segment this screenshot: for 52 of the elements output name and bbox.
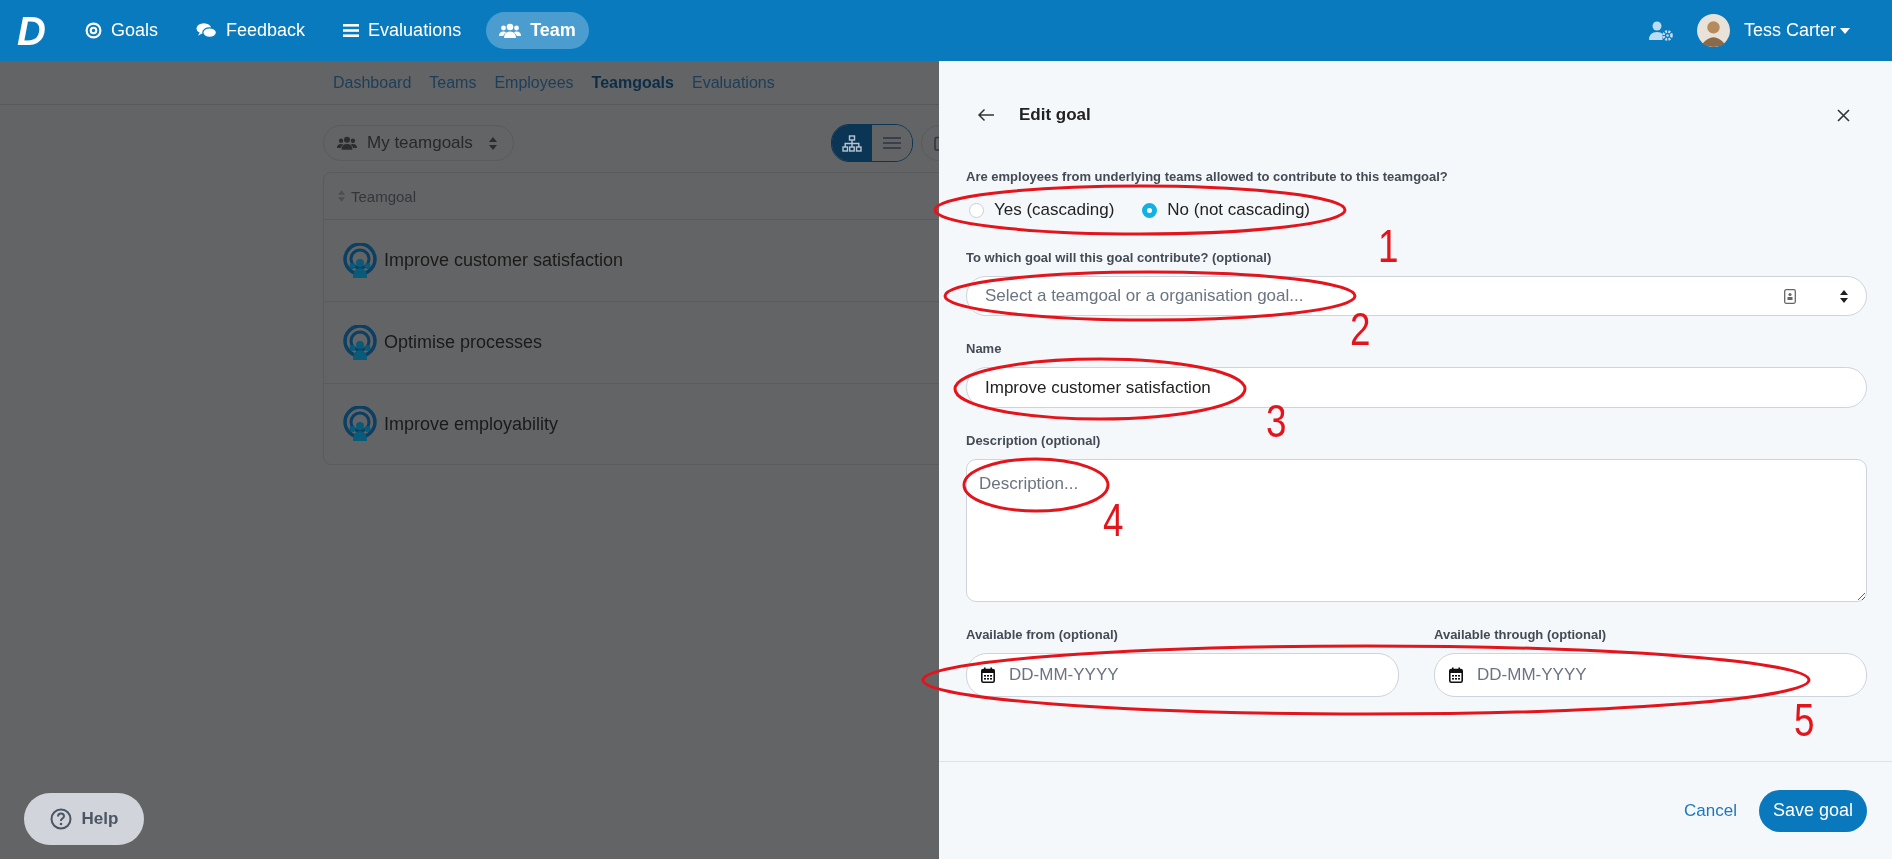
field-label: Name xyxy=(966,341,1002,356)
close-icon[interactable] xyxy=(1837,108,1850,122)
logo[interactable]: D xyxy=(17,10,55,51)
help-icon xyxy=(49,808,72,830)
table-cell[interactable]: Improve customer satisfaction xyxy=(384,250,624,271)
field-label: Available from (optional) xyxy=(966,627,1118,642)
target-icon xyxy=(85,22,102,39)
date-input-field[interactable]: DD-MM-YYYY xyxy=(1434,653,1867,697)
table-cell[interactable]: Optimise processes xyxy=(384,332,543,353)
annotation-number: 1 xyxy=(1378,220,1399,272)
sort-icon xyxy=(488,136,497,150)
save-goal-button[interactable]: Save goal xyxy=(1758,789,1867,832)
avatar[interactable] xyxy=(1696,14,1730,47)
users-icon xyxy=(499,23,522,38)
list-icon xyxy=(883,136,901,150)
field-label: Available through (optional) xyxy=(1434,627,1607,642)
nav-tab[interactable]: Evaluations xyxy=(330,12,475,49)
team-filter-select[interactable]: My teamgoals xyxy=(323,125,514,161)
field-label: Description (optional) xyxy=(966,433,1101,448)
radio-button[interactable] xyxy=(969,202,984,218)
calendar-icon xyxy=(981,667,995,683)
nav-tab[interactable]: Feedback xyxy=(183,12,319,49)
help-button[interactable]: Help xyxy=(24,793,144,845)
team-goal-icon xyxy=(342,324,378,361)
user-settings-icon[interactable] xyxy=(1648,20,1673,41)
date-input-field[interactable]: DD-MM-YYYY xyxy=(966,653,1399,697)
tree-view-button[interactable] xyxy=(832,125,872,161)
contact-card-icon xyxy=(1784,288,1796,304)
radio-button[interactable] xyxy=(1142,202,1158,218)
sort-icon xyxy=(1840,289,1848,303)
nav-tab[interactable]: Goals xyxy=(72,12,172,49)
radio-label[interactable]: Yes (cascading) xyxy=(994,200,1115,220)
sub-nav-link[interactable]: Teamgoals xyxy=(591,73,674,92)
table-cell[interactable]: Improve employability xyxy=(384,413,559,435)
chat-icon xyxy=(196,22,218,39)
team-goal-icon xyxy=(342,242,378,279)
hierarchy-icon xyxy=(842,134,862,152)
user-menu[interactable]: Tess Carter xyxy=(1743,20,1850,41)
annotation-number: 4 xyxy=(1103,494,1124,546)
panel-title: Edit goal xyxy=(1019,105,1091,125)
nav-tab[interactable]: Team xyxy=(486,12,589,49)
team-goal-icon xyxy=(342,406,378,442)
back-arrow-icon[interactable] xyxy=(977,108,995,122)
field-label: To which goal will this goal contribute? (optional) xyxy=(966,250,1272,265)
caret-icon xyxy=(1840,27,1850,34)
radio-option[interactable]: Yes (cascading) xyxy=(969,200,1115,220)
menu-icon xyxy=(343,23,360,38)
cancel-link[interactable]: Cancel xyxy=(1684,800,1737,821)
calendar-icon xyxy=(1449,667,1463,683)
annotation-number: 5 xyxy=(1794,694,1815,746)
users-icon xyxy=(337,136,357,150)
field-label: Are employees from underlying teams allowed to contribute to this teamgoal? xyxy=(966,169,1448,184)
